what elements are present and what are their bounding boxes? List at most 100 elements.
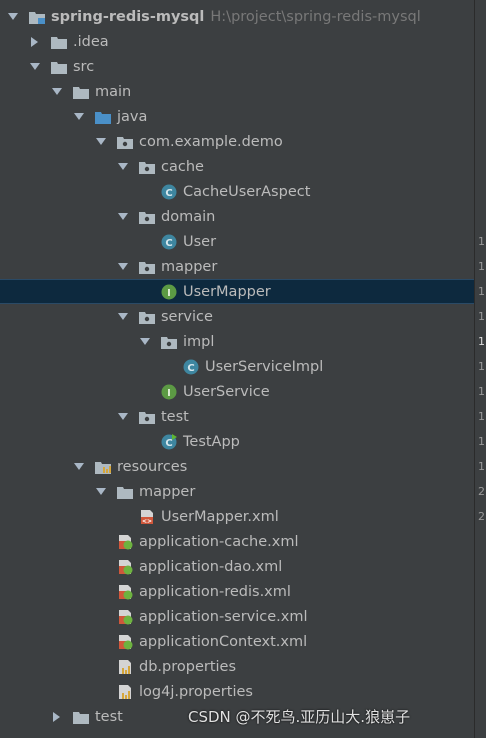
tree-row-main[interactable]: main	[0, 79, 486, 104]
tree-item-label: com.example.demo	[139, 133, 283, 150]
tree-row-test-app[interactable]: C TestApp	[0, 429, 486, 454]
tree-row-cache[interactable]: cache	[0, 154, 486, 179]
tree-item-label: application-service.xml	[139, 608, 308, 625]
tree-item-label: impl	[183, 333, 215, 350]
properties-file-icon	[116, 659, 134, 675]
tree-row-user-service[interactable]: I UserService	[0, 379, 486, 404]
tree-row-application-dao-xml[interactable]: application-dao.xml	[0, 554, 486, 579]
tree-item-label: mapper	[139, 483, 196, 500]
tree-row-cache-user-aspect[interactable]: C CacheUserAspect	[0, 179, 486, 204]
chevron-right-icon[interactable]	[50, 710, 64, 724]
chevron-down-icon[interactable]	[94, 485, 108, 499]
resources-folder-icon	[94, 459, 112, 475]
package-icon	[138, 409, 156, 425]
tree-row-application-cache-xml[interactable]: application-cache.xml	[0, 529, 486, 554]
tree-row-impl[interactable]: impl	[0, 329, 486, 354]
package-icon	[138, 209, 156, 225]
tree-row-service[interactable]: service	[0, 304, 486, 329]
runnable-class-icon: C	[160, 433, 178, 450]
chevron-down-icon[interactable]	[72, 110, 86, 124]
tree-item-label: java	[117, 108, 148, 125]
tree-row-user-service-impl[interactable]: C UserServiceImpl	[0, 354, 486, 379]
tree-item-label: service	[161, 308, 213, 325]
svg-text:C: C	[165, 438, 172, 449]
interface-icon: I	[160, 384, 178, 400]
chevron-down-icon[interactable]	[28, 60, 42, 74]
chevron-down-icon[interactable]	[72, 460, 86, 474]
package-icon	[160, 334, 178, 350]
gutter-mark: 2	[478, 510, 485, 523]
svg-text:C: C	[165, 188, 172, 199]
tree-item-label: UserServiceImpl	[205, 358, 324, 375]
class-icon: C	[160, 234, 178, 250]
tree-item-label: log4j.properties	[139, 683, 253, 700]
tree-row-mapper-folder[interactable]: mapper	[0, 479, 486, 504]
chevron-down-icon[interactable]	[116, 210, 130, 224]
tree-row-package-root[interactable]: com.example.demo	[0, 129, 486, 154]
chevron-right-icon[interactable]	[28, 35, 42, 49]
project-path: H:\project\spring-redis-mysql	[210, 8, 421, 25]
tree-row-java[interactable]: java	[0, 104, 486, 129]
gutter-mark: 2	[478, 485, 485, 498]
xml-file-icon: <>	[138, 509, 156, 525]
folder-icon	[72, 709, 90, 725]
tree-item-label: test	[161, 408, 189, 425]
tree-row-log4j-properties[interactable]: log4j.properties	[0, 679, 486, 704]
chevron-down-icon[interactable]	[50, 85, 64, 99]
tree-row-idea[interactable]: .idea	[0, 29, 486, 54]
tree-item-label: UserService	[183, 383, 270, 400]
svg-text:C: C	[165, 238, 172, 249]
properties-file-icon	[116, 684, 134, 700]
gutter-mark: 1	[478, 460, 485, 473]
folder-icon	[50, 34, 68, 50]
watermark-text: CSDN @不死鸟.亚历山大.狼崽子	[188, 708, 411, 726]
tree-row-src[interactable]: src	[0, 54, 486, 79]
package-icon	[138, 259, 156, 275]
tree-row-domain[interactable]: domain	[0, 204, 486, 229]
tree-row-application-context-xml[interactable]: applicationContext.xml	[0, 629, 486, 654]
chevron-down-icon[interactable]	[116, 260, 130, 274]
tree-row-resources[interactable]: resources	[0, 454, 486, 479]
tree-item-label: applicationContext.xml	[139, 633, 308, 650]
tree-row-user-mapper-selected[interactable]: I UserMapper	[0, 279, 474, 304]
chevron-down-icon[interactable]	[116, 310, 130, 324]
tree-item-label: UserMapper.xml	[161, 508, 279, 525]
gutter-mark: 1	[478, 285, 485, 298]
tree-item-label: test	[95, 708, 123, 725]
chevron-down-icon[interactable]	[116, 160, 130, 174]
tree-row-project-root[interactable]: spring-redis-mysql H:\project\spring-red…	[0, 4, 480, 29]
tree-row-application-service-xml[interactable]: application-service.xml	[0, 604, 486, 629]
project-name: spring-redis-mysql	[51, 8, 205, 25]
chevron-down-icon[interactable]	[94, 135, 108, 149]
spring-xml-icon	[116, 534, 134, 550]
gutter-mark: 1	[478, 410, 485, 423]
chevron-down-icon[interactable]	[116, 410, 130, 424]
tree-row-cutoff	[0, 731, 474, 738]
tree-row-db-properties[interactable]: db.properties	[0, 654, 486, 679]
tree-row-application-redis-xml[interactable]: application-redis.xml	[0, 579, 486, 604]
tree-item-label: main	[95, 83, 132, 100]
spring-xml-icon	[116, 584, 134, 600]
tree-item-label: application-cache.xml	[139, 533, 299, 550]
tree-row-user-mapper-xml[interactable]: <> UserMapper.xml	[0, 504, 486, 529]
spring-xml-icon	[116, 559, 134, 575]
tree-item-label: UserMapper	[183, 283, 271, 300]
package-icon	[138, 309, 156, 325]
tree-item-label: domain	[161, 208, 216, 225]
gutter-mark: 1	[478, 235, 485, 248]
tree-row-user[interactable]: C User	[0, 229, 486, 254]
chevron-down-icon[interactable]	[6, 10, 20, 24]
svg-text:C: C	[187, 363, 194, 374]
tree-row-test-package[interactable]: test	[0, 404, 486, 429]
tree-item-label: src	[73, 58, 95, 75]
tree-item-label: db.properties	[139, 658, 237, 675]
chevron-down-icon[interactable]	[138, 335, 152, 349]
tree-item-label: User	[183, 233, 217, 250]
tree-item-label: application-redis.xml	[139, 583, 291, 600]
tree-row-mapper-package[interactable]: mapper	[0, 254, 486, 279]
tree-item-label: application-dao.xml	[139, 558, 283, 575]
spring-xml-icon	[116, 634, 134, 650]
class-icon: C	[160, 184, 178, 200]
folder-icon	[116, 484, 134, 500]
gutter-mark: 1	[478, 360, 485, 373]
